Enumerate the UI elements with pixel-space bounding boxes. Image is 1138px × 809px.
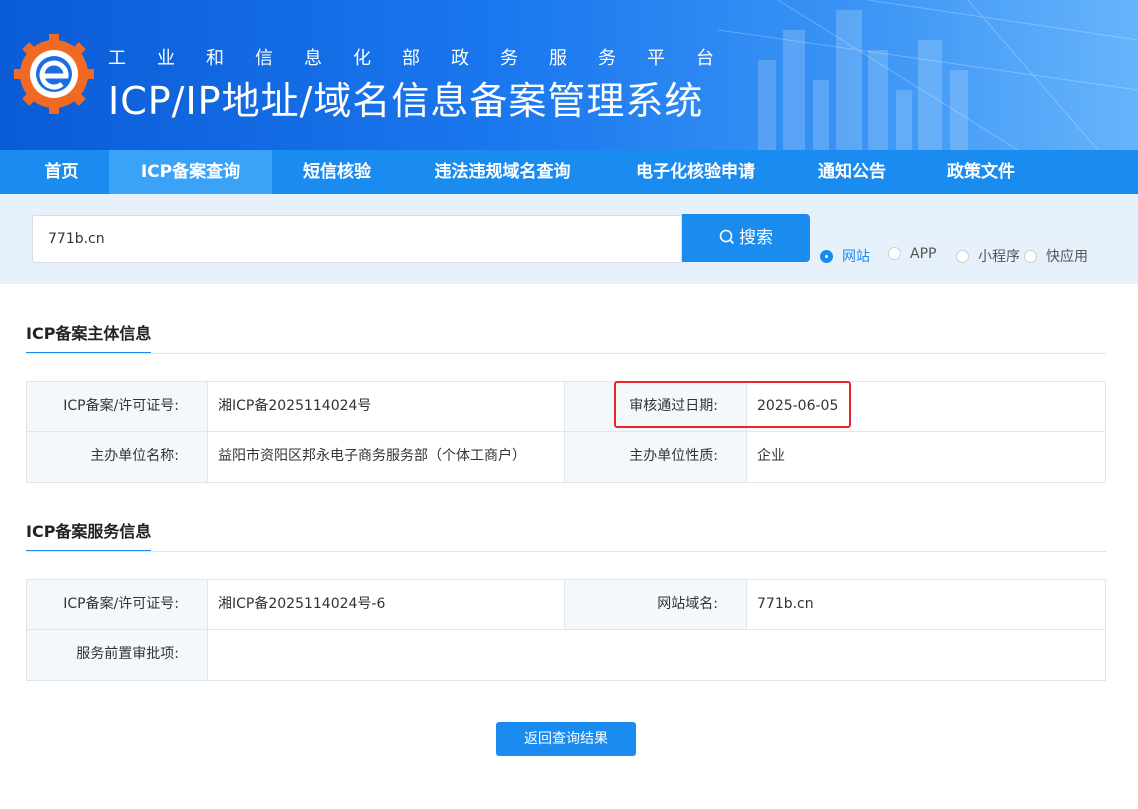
logo-icon — [14, 34, 94, 114]
org-name-label: 主办单位名称: — [27, 432, 208, 482]
table-row: 主办单位名称: 益阳市资阳区邦永电子商务服务部（个体工商户） 主办单位性质: 企… — [27, 432, 1105, 482]
subject-section-title: ICP备案主体信息 — [26, 320, 152, 354]
table-row: 服务前置审批项: — [27, 630, 1105, 680]
license-value: 湘ICP备2025114024号 — [208, 382, 565, 431]
radio-dot — [820, 250, 833, 263]
radio-label: 网站 — [842, 249, 870, 265]
table-row: ICP备案/许可证号: 湘ICP备2025114024号 审核通过日期: 202… — [27, 382, 1105, 432]
search-input[interactable] — [32, 215, 682, 263]
radio-website[interactable]: 网站 — [820, 246, 870, 266]
preapproval-value — [208, 630, 1105, 680]
divider — [26, 551, 1106, 552]
divider — [26, 353, 1106, 354]
service-license-value: 湘ICP备2025114024号-6 — [208, 580, 565, 629]
red-highlight-box — [614, 381, 851, 428]
back-to-results-button[interactable]: 返回查询结果 — [496, 722, 636, 756]
radio-label: APP — [910, 246, 937, 262]
radio-label: 小程序 — [978, 249, 1020, 265]
nav-item-policies[interactable]: 政策文件 — [916, 150, 1046, 194]
search-area: 搜索 网站 APP 小程序 快应用 — [0, 194, 1138, 284]
radio-mini-program[interactable]: 小程序 — [956, 246, 1020, 266]
search-button-label: 搜索 — [739, 228, 773, 248]
nav-item-home[interactable]: 首页 — [14, 150, 109, 194]
org-type-value: 企业 — [747, 432, 1105, 482]
domain-value: 771b.cn — [747, 580, 1105, 629]
service-section-title: ICP备案服务信息 — [26, 518, 152, 552]
service-license-label: ICP备案/许可证号: — [27, 580, 208, 629]
radio-app[interactable]: APP — [888, 246, 936, 262]
table-row: ICP备案/许可证号: 湘ICP备2025114024号-6 网站域名: 771… — [27, 580, 1105, 630]
subject-info-table: ICP备案/许可证号: 湘ICP备2025114024号 审核通过日期: 202… — [26, 381, 1106, 483]
nav-item-sms-verify[interactable]: 短信核验 — [272, 150, 402, 194]
org-type-label: 主办单位性质: — [565, 432, 747, 482]
service-info-table: ICP备案/许可证号: 湘ICP备2025114024号-6 网站域名: 771… — [26, 579, 1106, 681]
nav-item-icp-query[interactable]: ICP备案查询 — [109, 150, 272, 194]
search-button[interactable]: 搜索 — [682, 214, 810, 262]
license-label: ICP备案/许可证号: — [27, 382, 208, 431]
preapproval-label: 服务前置审批项: — [27, 630, 208, 680]
search-icon — [719, 229, 735, 245]
radio-dot — [1024, 250, 1037, 263]
header-title: ICP/IP地址/域名信息备案管理系统 — [108, 79, 704, 123]
nav-item-notices[interactable]: 通知公告 — [788, 150, 916, 194]
header-subtitle: 工业和信息化部政务服务平台 — [108, 48, 745, 69]
nav-item-e-verify[interactable]: 电子化核验申请 — [603, 150, 788, 194]
radio-quick-app[interactable]: 快应用 — [1024, 246, 1088, 266]
city-skyline-decoration — [718, 0, 1138, 150]
radio-dot — [956, 250, 969, 263]
org-name-value: 益阳市资阳区邦永电子商务服务部（个体工商户） — [208, 432, 565, 482]
radio-dot — [888, 247, 901, 260]
header-banner: 工业和信息化部政务服务平台 ICP/IP地址/域名信息备案管理系统 — [0, 0, 1138, 150]
radio-label: 快应用 — [1046, 249, 1088, 265]
nav-item-illegal-domain[interactable]: 违法违规域名查询 — [402, 150, 603, 194]
main-nav: 首页 ICP备案查询 短信核验 违法违规域名查询 电子化核验申请 通知公告 政策… — [0, 150, 1138, 194]
domain-label: 网站域名: — [565, 580, 747, 629]
